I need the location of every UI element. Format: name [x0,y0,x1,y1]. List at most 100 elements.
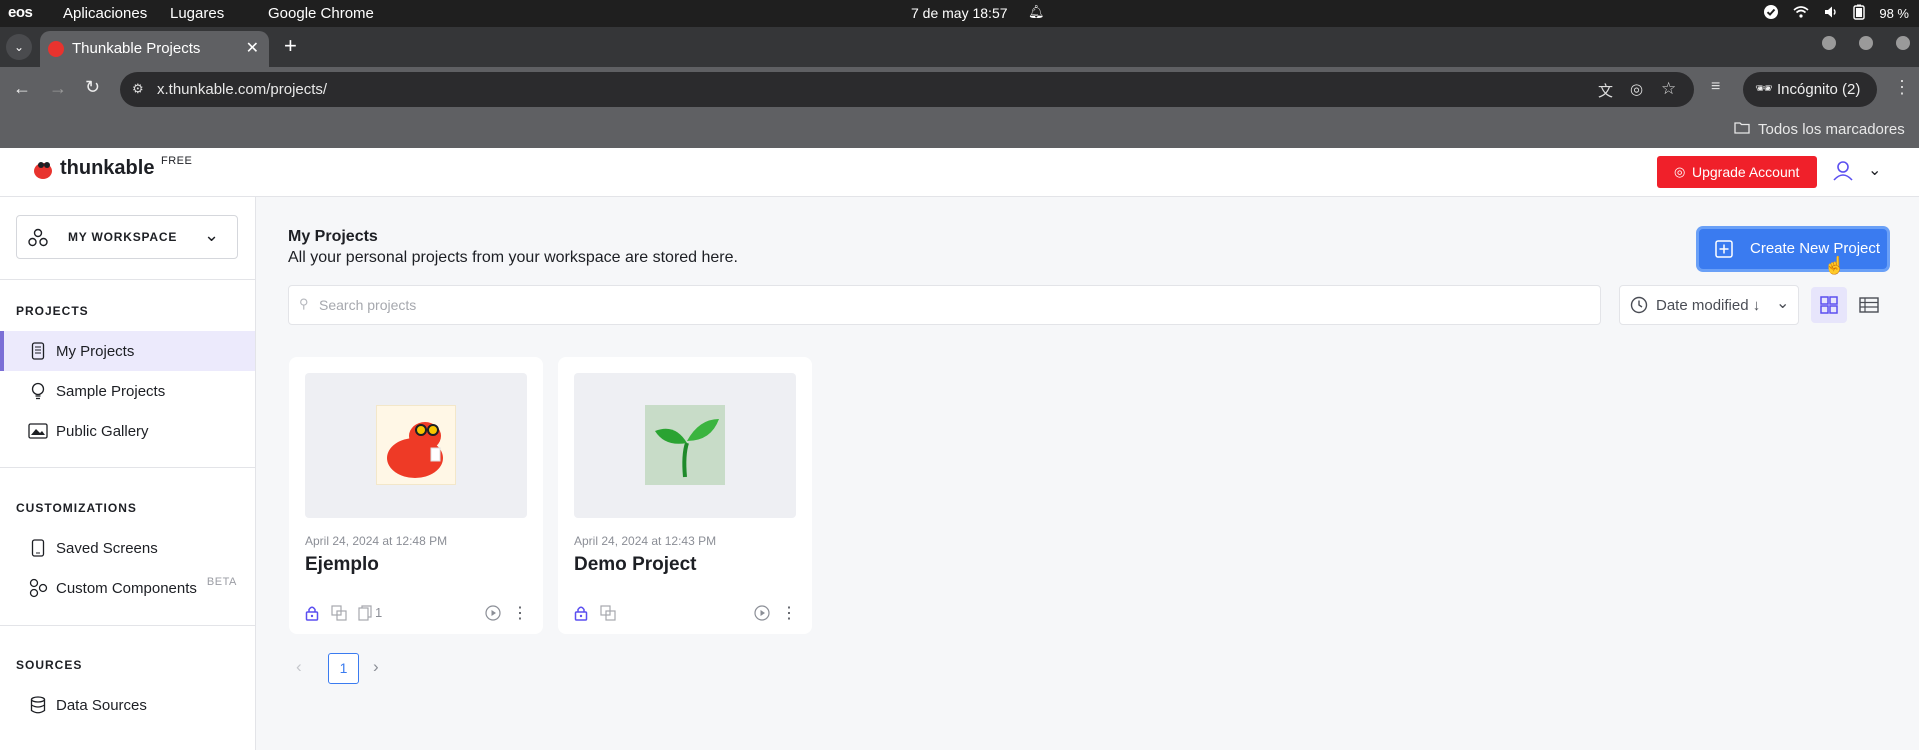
wifi-icon[interactable] [1793,5,1809,22]
mascot-image [376,405,456,485]
page-number-current[interactable]: 1 [328,653,359,684]
tab-title: Thunkable Projects [72,40,201,57]
sidebar-item-sample-projects[interactable]: Sample Projects [0,371,255,411]
project-thumbnail[interactable] [574,373,796,518]
plus-square-icon [1715,240,1733,258]
browser-tab-bar: ⌄ Thunkable Projects ✕ + [0,27,1919,67]
duplicate-icon[interactable] [331,605,347,626]
bookmark-star-icon[interactable]: ☆ [1661,79,1676,99]
account-chevron-down-icon[interactable]: ⌄ [1868,160,1881,180]
battery-icon[interactable] [1853,4,1866,23]
new-tab-plus-icon[interactable]: + [284,33,297,59]
sort-chevron-down-icon: ⌄ [1776,295,1790,312]
project-title[interactable]: Ejemplo [305,554,379,576]
components-icon [28,578,48,598]
more-options-icon[interactable]: ⋮ [781,603,797,623]
section-customizations-title: CUSTOMIZATIONS [16,501,137,515]
sidebar: MY WORKSPACE ⌄ PROJECTS My Projects Samp… [0,197,256,750]
workspace-chevron-down-icon: ⌄ [204,225,220,245]
incognito-badge[interactable]: 🕶︎ Incógnito (2) [1743,72,1877,107]
upgrade-account-button[interactable]: ◎ Upgrade Account [1657,156,1817,188]
list-view-toggle[interactable] [1851,287,1887,323]
eye-off-icon[interactable]: ◎ [1630,80,1643,98]
next-page-chevron-icon[interactable]: › [373,657,379,677]
sort-dropdown[interactable]: Date modified ↓ ⌄ [1619,285,1799,325]
browser-toolbar: ← → ↻ ⚙ x.thunkable.com/projects/ 文 ◎ ☆ … [0,67,1919,112]
url-text[interactable]: x.thunkable.com/projects/ [157,81,327,98]
project-actions: ⋮ [574,603,797,626]
site-info-icon[interactable]: ⚙ [132,81,144,97]
project-thumbnail[interactable] [305,373,527,518]
sort-label: Date modified ↓ [1656,297,1761,314]
prev-page-chevron-icon[interactable]: ‹ [296,657,302,677]
sidebar-item-label: Data Sources [56,696,147,714]
sidebar-divider [0,467,255,468]
all-bookmarks-link[interactable]: Todos los marcadores [1758,121,1905,138]
create-new-project-button[interactable]: Create New Project [1699,229,1887,269]
beta-badge: BETA [206,576,237,588]
search-icon: ⚲ [299,296,309,311]
sidebar-item-label: Custom Components [56,579,197,597]
os-top-bar: eos Aplicaciones Lugares Google Chrome 7… [0,0,1919,27]
app-header: thunkable FREE ◎ Upgrade Account ⌄ [0,148,1919,197]
project-card-ejemplo[interactable]: April 24, 2024 at 12:48 PM Ejemplo 1 ⋮ [289,357,543,634]
brand-name[interactable]: thunkable [60,157,154,180]
search-input[interactable]: ⚲ Search projects [288,285,1601,325]
sidebar-item-data-sources[interactable]: Data Sources [0,685,255,725]
lock-icon[interactable] [305,605,319,626]
section-projects-title: PROJECTS [16,304,89,318]
thunkable-logo-icon[interactable] [32,158,54,180]
lightbulb-icon [28,381,48,401]
volume-icon[interactable] [1823,5,1839,22]
search-placeholder: Search projects [319,297,417,313]
database-icon [28,695,48,715]
section-sources-title: SOURCES [16,658,83,672]
translate-icon[interactable]: 文 [1598,80,1613,101]
os-menu-chrome[interactable]: Google Chrome [268,5,374,22]
os-menu-places[interactable]: Lugares [170,5,224,22]
sidebar-item-my-projects[interactable]: My Projects [0,331,255,371]
main-content: My Projects All your personal projects f… [257,197,1919,750]
sidebar-item-custom-components[interactable]: Custom Components BETA [0,568,255,608]
browser-menu-icon[interactable]: ⋮ [1893,77,1911,98]
copies-count: 1 [375,605,383,620]
workspace-selector[interactable]: MY WORKSPACE ⌄ [16,215,238,259]
maximize-window-icon[interactable] [1859,36,1873,50]
back-arrow-icon[interactable]: ← [13,78,31,99]
more-options-icon[interactable]: ⋮ [512,603,528,623]
reading-list-icon[interactable]: ≡ [1711,78,1720,96]
project-date: April 24, 2024 at 12:48 PM [305,534,448,548]
os-logo[interactable]: eos [8,4,33,21]
phone-icon [28,341,48,361]
address-bar[interactable]: ⚙ x.thunkable.com/projects/ 文 ◎ ☆ [120,72,1694,107]
close-window-icon[interactable] [1896,36,1910,50]
notification-bell-icon: 🔔︎ [1028,4,1045,19]
user-avatar-icon[interactable] [1832,160,1854,182]
check-circle-icon[interactable] [1763,4,1779,23]
project-title[interactable]: Demo Project [574,554,696,576]
lock-icon[interactable] [574,605,588,626]
os-clock[interactable]: 7 de may 18:57 [911,5,1008,21]
play-preview-icon[interactable] [754,605,770,626]
award-icon: ◎ [1674,164,1686,179]
browser-tab-active[interactable]: Thunkable Projects ✕ [40,31,269,67]
battery-percent: 98 % [1879,6,1909,21]
forward-arrow-icon[interactable]: → [49,78,67,99]
project-card-demo-project[interactable]: April 24, 2024 at 12:43 PM Demo Project … [558,357,812,634]
grid-icon [1820,296,1838,314]
play-preview-icon[interactable] [485,605,501,626]
grid-view-toggle[interactable] [1811,287,1847,323]
folder-icon [1734,121,1750,138]
sidebar-item-public-gallery[interactable]: Public Gallery [0,411,255,451]
tab-search-button[interactable]: ⌄ [6,34,32,60]
close-tab-icon[interactable]: ✕ [246,38,259,58]
duplicate-icon[interactable] [600,605,616,626]
minimize-window-icon[interactable] [1822,36,1836,50]
sidebar-item-saved-screens[interactable]: Saved Screens [0,528,255,568]
os-menu-apps[interactable]: Aplicaciones [63,5,147,22]
reload-icon[interactable]: ↻ [85,77,100,98]
page-title: My Projects [288,228,378,245]
incognito-label: Incógnito (2) [1777,81,1861,98]
bookmarks-bar: Todos los marcadores [0,112,1919,148]
copies-icon[interactable] [358,605,372,626]
